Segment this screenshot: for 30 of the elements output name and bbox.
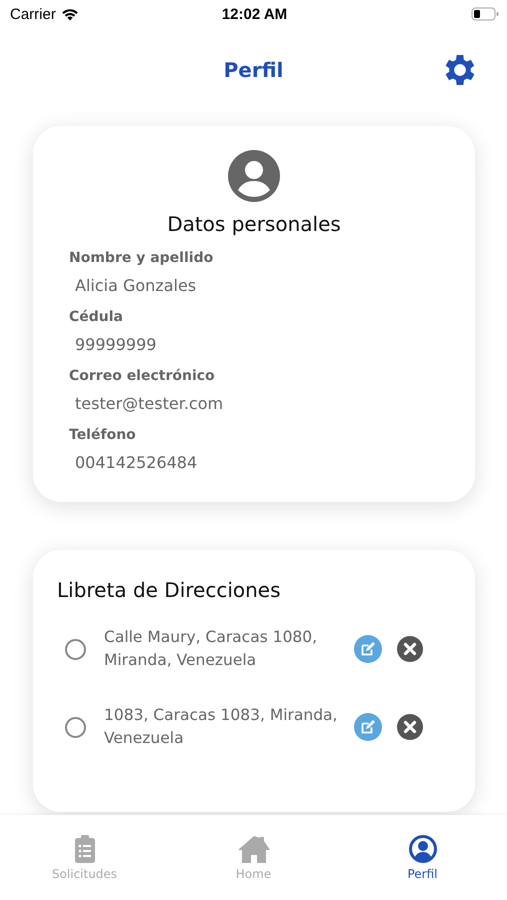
field-label: Correo electrónico <box>69 368 215 384</box>
card-heading: Datos personales <box>167 212 341 236</box>
tab-item[interactable]: Solicitudes <box>24 835 144 900</box>
delete-icon[interactable] <box>396 635 424 663</box>
carrier-name: Carrier <box>10 6 56 22</box>
radio-button[interactable] <box>65 638 86 660</box>
field-label: Teléfono <box>69 427 136 443</box>
field-value: 004142526484 <box>75 453 198 472</box>
home-icon <box>236 835 270 863</box>
field-label: Nombre y apellido <box>69 250 214 266</box>
clock-time: 12:02 AM <box>222 6 288 22</box>
address-text: Calle Maury, Caracas 1080, Miranda, Venezuela <box>104 627 318 671</box>
battery-icon <box>471 7 499 21</box>
tab-item[interactable]: Perfil <box>362 835 482 900</box>
page-title: Perfil <box>224 58 284 82</box>
field-value: tester@tester.com <box>75 394 224 413</box>
address-text: 1083, Caracas 1083, Miranda, Venezuela <box>104 705 338 749</box>
field-value: 99999999 <box>75 335 156 354</box>
radio-button[interactable] <box>65 716 86 738</box>
field-label: Cédula <box>69 309 124 325</box>
wifi-icon <box>60 8 79 20</box>
card-heading: Libreta de Direcciones <box>57 578 282 602</box>
clipboard-icon <box>74 835 96 863</box>
field-value: Alicia Gonzales <box>75 276 196 295</box>
user-icon <box>408 835 436 863</box>
edit-icon[interactable] <box>354 713 382 741</box>
tab-item[interactable]: Home <box>194 835 314 900</box>
edit-icon[interactable] <box>354 635 382 663</box>
delete-icon[interactable] <box>396 713 424 741</box>
user-avatar-icon <box>228 150 280 202</box>
